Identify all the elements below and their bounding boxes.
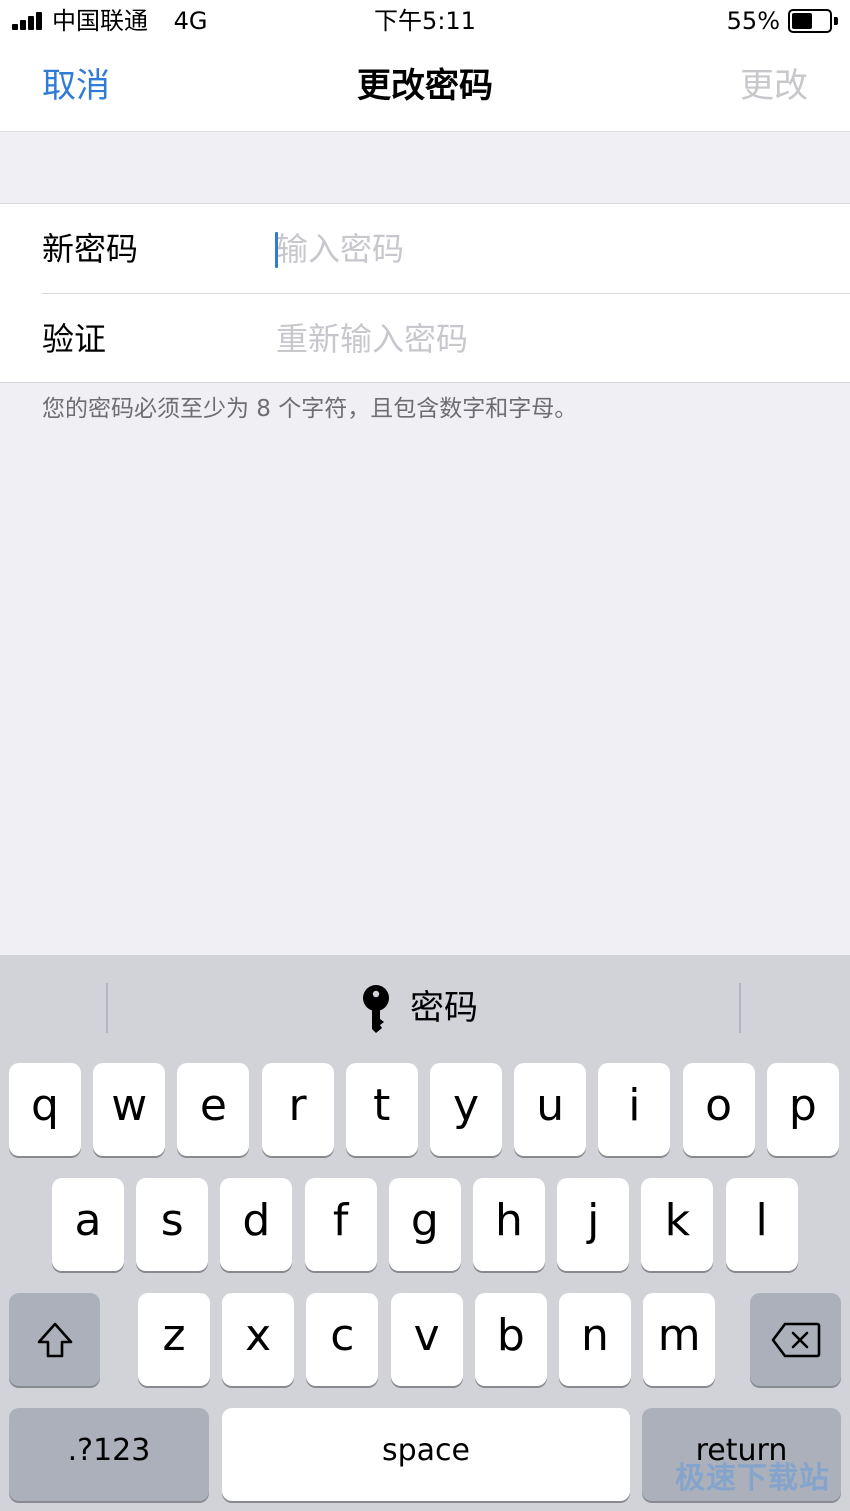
- change-button[interactable]: 更改: [740, 62, 808, 110]
- key-v[interactable]: v: [390, 1293, 463, 1386]
- key-o-label: o: [705, 1080, 733, 1131]
- key-n-label: n: [581, 1310, 609, 1361]
- key-s-label: s: [160, 1195, 184, 1246]
- key-k[interactable]: k: [641, 1178, 714, 1271]
- password-autofill-suggestion[interactable]: 密码: [410, 983, 478, 1033]
- key-n[interactable]: n: [559, 1293, 631, 1386]
- text-cursor: [275, 232, 278, 268]
- key-z-label: z: [162, 1310, 186, 1361]
- key-e-label: e: [199, 1080, 227, 1131]
- key-a[interactable]: a: [52, 1178, 124, 1271]
- new-password-input[interactable]: [276, 224, 816, 274]
- verify-password-row: 验证: [0, 294, 850, 383]
- key-u[interactable]: u: [514, 1063, 587, 1156]
- key-a-label: a: [74, 1195, 102, 1246]
- key-m-label: m: [657, 1310, 701, 1361]
- key-g[interactable]: g: [388, 1178, 461, 1271]
- key-r-label: r: [288, 1080, 307, 1131]
- divider: [106, 983, 108, 1033]
- keyboard: 密码 q w e r t y u i o p a s d f g h j k l z x c v b n m .?123 space r…: [0, 955, 850, 1511]
- key-u-label: u: [536, 1080, 565, 1131]
- password-requirement-hint: 您的密码必须至少为 8 个字符，且包含数字和字母。: [42, 396, 578, 422]
- keyboard-suggestion-bar: 密码: [0, 955, 850, 1061]
- key-icon[interactable]: [360, 985, 392, 1033]
- page-title: 更改密码: [357, 66, 493, 106]
- backspace-icon: [771, 1322, 820, 1357]
- key-t-label: t: [373, 1080, 391, 1131]
- verify-password-label: 验证: [42, 320, 107, 358]
- key-m[interactable]: m: [643, 1293, 716, 1386]
- key-q-label: q: [31, 1080, 59, 1131]
- key-e[interactable]: e: [177, 1063, 250, 1156]
- battery-percentage: 55%: [726, 7, 780, 35]
- key-b[interactable]: b: [474, 1293, 547, 1386]
- key-j[interactable]: j: [557, 1178, 630, 1271]
- battery-icon: [788, 9, 838, 33]
- key-x-label: x: [245, 1310, 272, 1361]
- numbers-key[interactable]: .?123: [9, 1408, 209, 1501]
- key-h[interactable]: h: [473, 1178, 545, 1271]
- key-t[interactable]: t: [345, 1063, 418, 1156]
- key-z[interactable]: z: [138, 1293, 210, 1386]
- key-v-label: v: [413, 1310, 440, 1361]
- key-j-label: j: [587, 1195, 600, 1246]
- key-p[interactable]: p: [766, 1063, 839, 1156]
- key-i-label: i: [628, 1080, 641, 1131]
- numbers-key-label: .?123: [67, 1433, 151, 1468]
- delete-key[interactable]: [750, 1293, 841, 1386]
- key-w[interactable]: w: [93, 1063, 166, 1156]
- verify-password-input[interactable]: [276, 314, 816, 364]
- key-l[interactable]: l: [725, 1178, 798, 1271]
- watermark: 极速下载站: [675, 1461, 830, 1496]
- key-r[interactable]: r: [261, 1063, 334, 1156]
- key-c-label: c: [330, 1310, 355, 1361]
- divider: [739, 983, 741, 1033]
- new-password-label: 新密码: [42, 230, 139, 268]
- shift-key[interactable]: [9, 1293, 100, 1386]
- key-f-label: f: [332, 1195, 349, 1246]
- key-l-label: l: [755, 1195, 768, 1246]
- key-i[interactable]: i: [598, 1063, 671, 1156]
- key-k-label: k: [664, 1195, 691, 1246]
- key-w-label: w: [111, 1080, 148, 1131]
- key-x[interactable]: x: [222, 1293, 295, 1386]
- shift-arrow-icon: [37, 1322, 72, 1357]
- key-y-label: y: [452, 1080, 480, 1131]
- key-s[interactable]: s: [136, 1178, 209, 1271]
- status-bar: 中国联通 4G 下午5:11 55%: [0, 0, 850, 44]
- space-key[interactable]: space: [222, 1408, 630, 1501]
- status-time: 下午5:11: [374, 7, 476, 35]
- space-key-label: space: [381, 1433, 470, 1468]
- new-password-row: 新密码: [0, 204, 850, 294]
- key-y[interactable]: y: [430, 1063, 502, 1156]
- navigation-bar: 取消 更改密码 更改: [0, 44, 850, 132]
- key-o[interactable]: o: [682, 1063, 755, 1156]
- key-d[interactable]: d: [220, 1178, 293, 1271]
- key-c[interactable]: c: [306, 1293, 379, 1386]
- key-f[interactable]: f: [304, 1178, 377, 1271]
- key-g-label: g: [410, 1195, 439, 1246]
- password-form: 新密码 验证: [0, 203, 850, 383]
- key-d-label: d: [242, 1195, 271, 1246]
- key-b-label: b: [496, 1310, 525, 1361]
- key-h-label: h: [495, 1195, 523, 1246]
- key-p-label: p: [788, 1080, 817, 1131]
- key-q[interactable]: q: [9, 1063, 81, 1156]
